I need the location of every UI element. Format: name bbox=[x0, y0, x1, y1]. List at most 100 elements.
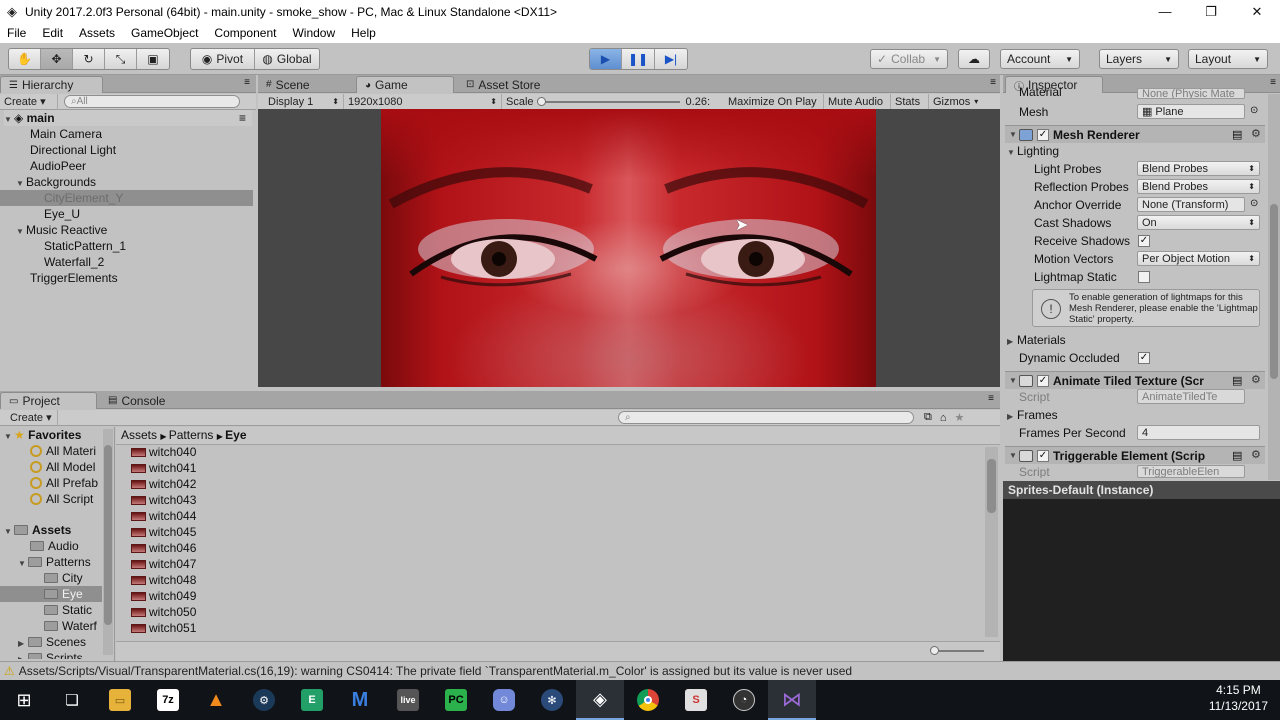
asset-file-row[interactable]: witch043 bbox=[131, 492, 196, 508]
dynamic-occluded-checkbox[interactable]: ✓ bbox=[1138, 352, 1150, 364]
triggerable-element-header[interactable]: ▼ ✓ Triggerable Element (Scrip bbox=[1005, 446, 1265, 464]
asset-file-row[interactable]: witch051 bbox=[131, 620, 196, 636]
move-tool-icon[interactable]: ✥ bbox=[41, 49, 73, 69]
gear-icon[interactable]: ⚙ bbox=[1251, 448, 1261, 461]
asset-file-row[interactable]: witch045 bbox=[131, 524, 196, 540]
scene-menu-icon[interactable]: ≡ bbox=[239, 110, 246, 126]
help-book-icon[interactable]: ▤ bbox=[1232, 128, 1242, 141]
animate-tiled-texture-header[interactable]: ▼ ✓ Animate Tiled Texture (Scr bbox=[1005, 371, 1265, 389]
help-book-icon[interactable]: ▤ bbox=[1232, 374, 1242, 387]
tab-console[interactable]: ▤ Console bbox=[100, 392, 190, 409]
editor-icon[interactable]: E bbox=[288, 680, 336, 720]
project-create-dropdown[interactable]: Create ▾ bbox=[0, 409, 58, 426]
animate-enabled-checkbox[interactable]: ✓ bbox=[1037, 374, 1049, 387]
preview-header[interactable]: Sprites-Default (Instance) bbox=[1003, 481, 1280, 499]
console-status-bar[interactable]: ⚠ Assets/Scripts/Visual/TransparentMater… bbox=[0, 661, 1280, 680]
collab-dropdown[interactable]: ✓ Collab ▼ bbox=[870, 49, 948, 69]
menu-component[interactable]: Component bbox=[206, 26, 284, 40]
task-view-icon[interactable]: ❏ bbox=[48, 680, 96, 720]
favorite-item[interactable]: All Model bbox=[30, 459, 95, 475]
global-button[interactable]: ◍ Global bbox=[255, 49, 319, 69]
scene-root-row[interactable]: ▼ ◈ main ≡ bbox=[4, 110, 252, 126]
slider-thumb[interactable] bbox=[930, 646, 939, 655]
hierarchy-item[interactable]: AudioPeer bbox=[30, 158, 86, 174]
steam-icon[interactable]: ⚙ bbox=[240, 680, 288, 720]
hierarchy-item[interactable]: StaticPattern_1 bbox=[44, 238, 126, 254]
gear-icon[interactable]: ⚙ bbox=[1251, 127, 1261, 140]
network-icon[interactable]: ✻ bbox=[528, 680, 576, 720]
collapse-arrow-icon[interactable]: ▼ bbox=[1009, 376, 1019, 385]
lighting-foldout[interactable]: ▼ Lighting bbox=[1007, 143, 1059, 159]
asset-file-row[interactable]: witch047 bbox=[131, 556, 196, 572]
discord-icon[interactable]: ☺ bbox=[480, 680, 528, 720]
asset-file-row[interactable]: witch049 bbox=[131, 588, 196, 604]
livestream-icon[interactable]: live bbox=[384, 680, 432, 720]
fps-input[interactable]: 4 bbox=[1137, 425, 1260, 440]
sublime-icon[interactable]: S bbox=[672, 680, 720, 720]
pause-button[interactable]: ❚❚ bbox=[622, 49, 656, 69]
resolution-dropdown[interactable]: 1920x1080 ⬍ bbox=[344, 93, 502, 110]
asset-file-row[interactable]: witch044 bbox=[131, 508, 196, 524]
lightmap-static-checkbox[interactable] bbox=[1138, 271, 1150, 283]
layers-dropdown[interactable]: Layers ▼ bbox=[1099, 49, 1179, 69]
vlc-icon[interactable]: ▲ bbox=[192, 680, 240, 720]
object-picker-icon[interactable]: ⊙ bbox=[1250, 198, 1258, 209]
minimize-button[interactable]: — bbox=[1142, 0, 1188, 23]
gear-icon[interactable]: ⚙ bbox=[1251, 373, 1261, 386]
maximize-on-play-toggle[interactable]: Maximize On Play bbox=[724, 93, 824, 110]
folder-item-patterns[interactable]: ▼ Patterns bbox=[18, 554, 91, 570]
asset-file-row[interactable]: witch041 bbox=[131, 460, 196, 476]
menu-file[interactable]: File bbox=[0, 26, 34, 40]
hierarchy-item[interactable]: Directional Light bbox=[30, 142, 116, 158]
asset-file-row[interactable]: witch050 bbox=[131, 604, 196, 620]
mesh-field[interactable]: ▦ Plane bbox=[1137, 104, 1245, 119]
project-search-input[interactable]: ⌕ bbox=[618, 411, 914, 424]
tab-project[interactable]: ▭ Project bbox=[0, 392, 97, 409]
obs-icon[interactable]: ◔ bbox=[720, 680, 768, 720]
tab-scene[interactable]: # Scene bbox=[258, 76, 354, 93]
scale-slider[interactable] bbox=[536, 96, 680, 106]
hierarchy-item[interactable]: Waterfall_2 bbox=[44, 254, 104, 270]
unity-icon[interactable]: ◈ bbox=[576, 680, 624, 720]
menu-gameobject[interactable]: GameObject bbox=[123, 26, 206, 40]
hierarchy-search-input[interactable]: ⌕ All bbox=[64, 95, 240, 108]
asset-file-row[interactable]: witch046 bbox=[131, 540, 196, 556]
game-render-output[interactable]: ➤ bbox=[381, 109, 876, 387]
hand-tool-icon[interactable]: ✋ bbox=[9, 49, 41, 69]
anchor-override-field[interactable]: None (Transform) bbox=[1137, 197, 1245, 212]
scrollbar-thumb[interactable] bbox=[987, 459, 996, 513]
favorite-item[interactable]: All Materi bbox=[30, 443, 96, 459]
assets-foldout[interactable]: ▼ Assets bbox=[4, 522, 71, 538]
menu-window[interactable]: Window bbox=[284, 26, 343, 40]
system-clock[interactable]: 4:15 PM 11/13/2017 bbox=[1209, 682, 1268, 714]
asset-file-row[interactable]: witch048 bbox=[131, 572, 196, 588]
expand-arrow-icon[interactable]: ▼ bbox=[16, 224, 26, 240]
rotate-tool-icon[interactable]: ↻ bbox=[73, 49, 105, 69]
reflection-probes-dropdown[interactable]: Blend Probes ⬍ bbox=[1137, 179, 1260, 194]
hierarchy-item-selected[interactable]: CityElement_Y bbox=[44, 190, 123, 206]
tab-asset-store[interactable]: ⊡ Asset Store bbox=[458, 76, 566, 93]
collapse-arrow-icon[interactable]: ▼ bbox=[1009, 451, 1019, 460]
object-picker-icon[interactable]: ⊙ bbox=[1250, 105, 1258, 116]
hierarchy-item[interactable]: Eye_U bbox=[44, 206, 80, 222]
folder-item[interactable]: ▶Scripts bbox=[18, 650, 83, 659]
hierarchy-create-dropdown[interactable]: Create ▾ bbox=[0, 93, 58, 110]
hierarchy-item-music-reactive[interactable]: ▼ Music Reactive bbox=[16, 222, 107, 238]
cast-shadows-dropdown[interactable]: On ⬍ bbox=[1137, 215, 1260, 230]
help-book-icon[interactable]: ▤ bbox=[1232, 449, 1242, 462]
windows-start-icon[interactable]: ⊞ bbox=[0, 680, 48, 720]
collapse-arrow-icon[interactable]: ▼ bbox=[1009, 130, 1019, 139]
hierarchy-item-backgrounds[interactable]: ▼ Backgrounds bbox=[16, 174, 96, 190]
folder-item[interactable]: Audio bbox=[30, 538, 79, 554]
star-icon[interactable]: ★ bbox=[955, 411, 965, 424]
cloud-button[interactable]: ☁ bbox=[958, 49, 990, 69]
folder-item[interactable]: Static bbox=[44, 602, 92, 618]
menu-edit[interactable]: Edit bbox=[34, 26, 71, 40]
menu-assets[interactable]: Assets bbox=[71, 26, 123, 40]
7zip-icon[interactable]: 7z bbox=[144, 680, 192, 720]
materials-foldout[interactable]: ▶ Materials bbox=[1007, 332, 1066, 348]
scrollbar-thumb[interactable] bbox=[1270, 204, 1278, 379]
visual-studio-icon[interactable]: ⋈ bbox=[768, 680, 816, 720]
display-dropdown[interactable]: Display 1 ⬍ bbox=[258, 93, 344, 110]
folder-item[interactable]: ▶ Scenes bbox=[18, 634, 86, 650]
